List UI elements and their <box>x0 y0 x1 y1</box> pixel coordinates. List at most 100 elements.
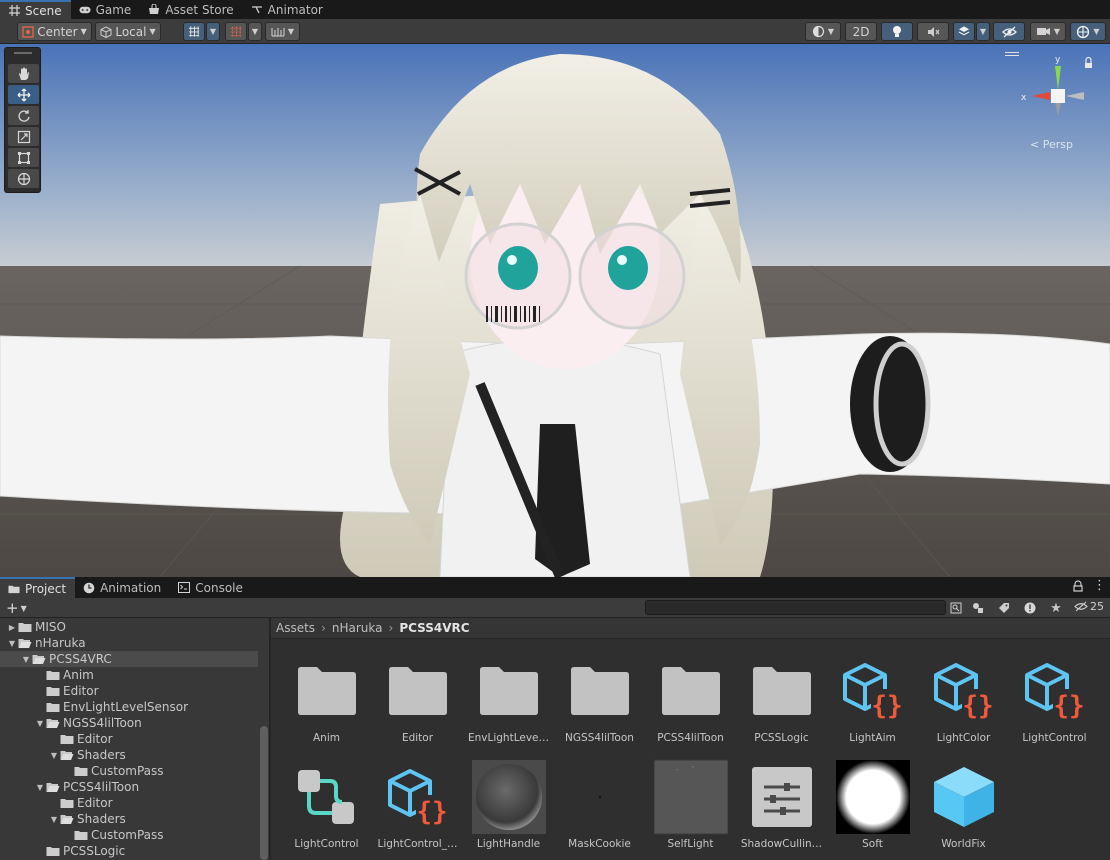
search-by-type-button[interactable] <box>946 599 966 617</box>
asset-item[interactable]: ShadowCullin… <box>736 760 827 860</box>
asset-item[interactable]: {} LightColor <box>918 654 1009 754</box>
tree-item[interactable]: PCSSLogic <box>0 843 258 859</box>
neg-x-axis-cone[interactable] <box>1066 92 1084 100</box>
hand-tool-button[interactable] <box>8 64 39 83</box>
asset-item[interactable]: NGSS4lilToon <box>554 654 645 754</box>
filter-by-label-button[interactable] <box>994 599 1014 617</box>
search-input[interactable] <box>645 600 946 615</box>
increment-snap-toggle[interactable] <box>225 22 247 41</box>
gizmo-menu-handle[interactable] <box>1005 52 1019 56</box>
panel-menu-icon[interactable]: ⋮ <box>1093 578 1106 593</box>
pivot-rotation-dropdown[interactable]: Local ▼ <box>95 22 161 41</box>
move-tool-button[interactable] <box>8 85 39 104</box>
grid-snap-toggle[interactable] <box>183 22 205 41</box>
tree-item[interactable]: Editor <box>0 683 258 699</box>
panel-lock-icon[interactable] <box>1073 580 1083 595</box>
tree-item[interactable]: CustomPass <box>0 827 258 843</box>
tab-animation[interactable]: Animation <box>75 577 170 598</box>
scale-tool-button[interactable] <box>8 127 39 146</box>
tree-item-label: CustomPass <box>91 764 164 778</box>
rotate-tool-button[interactable] <box>8 106 39 125</box>
mode-2d-toggle[interactable]: 2D <box>845 22 877 41</box>
folder-icon <box>8 583 20 595</box>
asset-item[interactable]: PCSS4lilToon <box>645 654 736 754</box>
breadcrumb-item[interactable]: PCSS4VRC <box>399 621 469 635</box>
texture-icon <box>653 759 728 835</box>
folder-icon <box>290 654 364 728</box>
asset-item[interactable]: WorldFix <box>918 760 1009 860</box>
asset-item[interactable]: LightHandle <box>463 760 554 860</box>
asset-item[interactable]: SelfLight <box>645 759 736 860</box>
x-axis-cone[interactable] <box>1032 92 1050 100</box>
hidden-packages-toggle[interactable]: 25 <box>1074 600 1104 613</box>
scene-visibility-toggle[interactable] <box>993 22 1025 41</box>
tree-item[interactable]: ▼ NGSS4lilToon <box>0 715 258 731</box>
pivot-mode-dropdown[interactable]: Center ▼ <box>17 22 92 41</box>
tree-item[interactable]: Editor <box>0 731 258 747</box>
drag-handle[interactable] <box>14 52 32 54</box>
create-button[interactable]: + ▼ <box>6 599 27 617</box>
ruler-dropdown[interactable]: ▼ <box>265 22 300 41</box>
breadcrumb-item[interactable]: Assets <box>276 621 315 635</box>
gizmo-center-cube[interactable] <box>1051 89 1065 103</box>
expanded-arrow-icon[interactable]: ▼ <box>20 653 32 665</box>
tree-item[interactable]: ▼ PCSS4VRC <box>0 651 258 667</box>
expanded-arrow-icon[interactable]: ▼ <box>6 637 18 649</box>
tab-label: Animation <box>100 580 162 595</box>
y-axis-cone[interactable] <box>1055 66 1061 90</box>
scene-viewport[interactable]: x y < Persp <box>0 44 1110 577</box>
grid-snap-menu[interactable]: ▼ <box>206 22 220 41</box>
asset-item[interactable]: MaskCookie <box>554 760 645 860</box>
asset-item[interactable]: Anim <box>281 654 372 754</box>
tree-item[interactable]: Editor <box>0 795 258 811</box>
gizmos-dropdown[interactable]: ▼ <box>1070 22 1106 41</box>
tab-animator[interactable]: Animator <box>243 0 332 19</box>
asset-item[interactable]: LightControl <box>281 760 372 860</box>
tree-item[interactable]: Anim <box>0 667 258 683</box>
star-icon: ★ <box>1050 600 1062 616</box>
increment-snap-menu[interactable]: ▼ <box>248 22 262 41</box>
favorites-button[interactable]: ★ <box>1046 599 1066 617</box>
rect-tool-button[interactable] <box>8 148 39 167</box>
transform-tool-button[interactable] <box>8 169 39 188</box>
expanded-arrow-icon[interactable]: ▼ <box>48 813 60 825</box>
tree-item[interactable]: EnvLightLevelSensor <box>0 699 258 715</box>
expanded-arrow-icon[interactable]: ▼ <box>34 781 46 793</box>
tree-item[interactable]: ▼ Shaders <box>0 811 258 827</box>
asset-label: MaskCookie <box>568 838 631 850</box>
asset-item[interactable]: {} LightAim <box>827 654 918 754</box>
tree-item[interactable]: ▼ PCSS4lilToon <box>0 779 258 795</box>
tab-project[interactable]: Project <box>0 577 76 598</box>
tab-console[interactable]: Console <box>170 577 252 598</box>
breadcrumb-item[interactable]: nHaruka <box>332 621 383 635</box>
camera-settings-dropdown[interactable]: ▼ <box>1030 22 1066 41</box>
tree-scrollbar[interactable] <box>260 726 268 860</box>
effects-toggle[interactable] <box>953 22 975 41</box>
asset-item[interactable]: Soft <box>827 760 918 860</box>
audio-toggle[interactable] <box>917 22 949 41</box>
effects-menu[interactable]: ▼ <box>976 22 990 41</box>
draw-mode-dropdown[interactable]: ▼ <box>805 22 841 41</box>
tree-item[interactable]: ▶ MISO <box>0 619 258 635</box>
tree-item[interactable]: ▼ nHaruka <box>0 635 258 651</box>
speaker-muted-icon <box>927 26 939 37</box>
asset-item[interactable]: EnvLightLeve… <box>463 654 554 754</box>
tab-asset-store[interactable]: Asset Store <box>140 0 242 19</box>
tab-scene[interactable]: Scene <box>0 0 71 19</box>
tree-item[interactable]: CustomPass <box>0 763 258 779</box>
filter-by-type-button[interactable] <box>968 599 988 617</box>
expanded-arrow-icon[interactable]: ▼ <box>48 749 60 761</box>
asset-item[interactable]: Editor <box>372 654 463 754</box>
filter-by-log-button[interactable] <box>1020 599 1040 617</box>
tab-game[interactable]: Game <box>71 0 141 19</box>
chevron-down-icon: ▼ <box>827 27 835 36</box>
collapsed-arrow-icon[interactable]: ▶ <box>6 621 18 633</box>
asset-item[interactable]: {} LightControl <box>1009 654 1100 754</box>
expanded-arrow-icon[interactable]: ▼ <box>34 717 46 729</box>
folder-icon <box>74 766 88 777</box>
asset-item[interactable]: PCSSLogic <box>736 654 827 754</box>
tree-item[interactable]: ▼ Shaders <box>0 747 258 763</box>
lighting-toggle[interactable] <box>881 22 913 41</box>
asset-item[interactable]: {} LightControl_… <box>372 760 463 860</box>
projection-toggle[interactable]: < Persp <box>1030 138 1073 151</box>
